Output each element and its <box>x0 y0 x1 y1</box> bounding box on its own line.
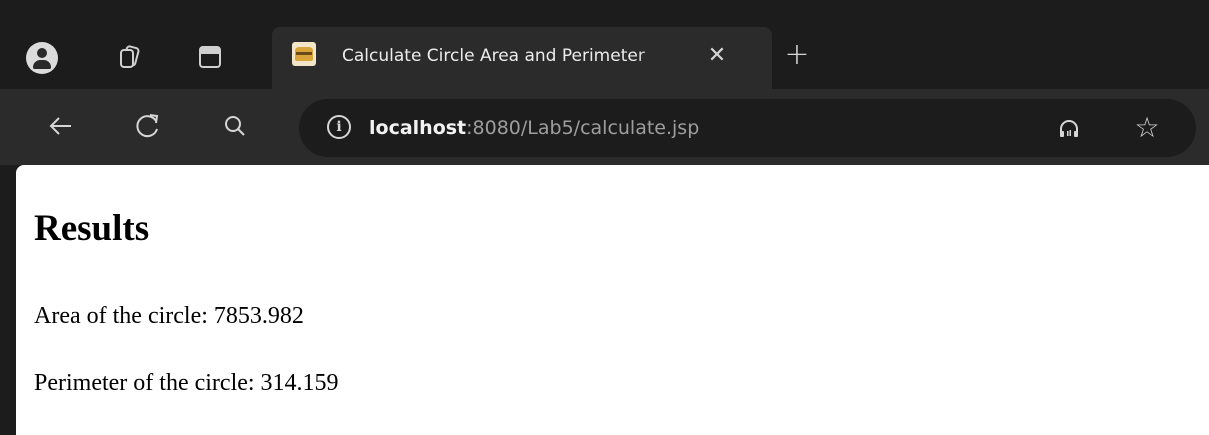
favicon-stripe <box>296 52 312 55</box>
profile-head <box>37 48 47 58</box>
new-tab-button[interactable]: + <box>782 40 812 70</box>
area-result: Area of the circle: 7853.982 <box>34 303 304 329</box>
address-bar[interactable]: i localhost:8080/Lab5/calculate.jsp ☆ <box>299 99 1196 157</box>
url-host: localhost <box>369 117 467 139</box>
browser-window: Calculate Circle Area and Perimeter ✕ + <box>0 0 1209 435</box>
vertical-tabs-icon[interactable] <box>199 46 221 68</box>
search-button[interactable] <box>218 109 252 143</box>
workspaces-icon[interactable] <box>116 44 142 70</box>
back-arrow-icon <box>49 117 71 135</box>
url-text[interactable]: localhost:8080/Lab5/calculate.jsp <box>369 113 699 143</box>
reload-icon <box>136 114 159 138</box>
page-content: Results Area of the circle: 7853.982 Per… <box>16 165 1209 435</box>
search-icon <box>225 116 245 136</box>
site-info-icon[interactable]: i <box>327 115 351 139</box>
toolbar: i localhost:8080/Lab5/calculate.jsp ☆ <box>0 89 1209 165</box>
read-aloud-icon[interactable] <box>1057 117 1081 141</box>
page-title: Results <box>34 208 150 249</box>
reload-button[interactable] <box>131 109 165 143</box>
tab-close-icon[interactable]: ✕ <box>704 43 730 69</box>
profile-body <box>33 60 51 69</box>
tab-active[interactable]: Calculate Circle Area and Perimeter ✕ <box>272 27 772 89</box>
tab-row: Calculate Circle Area and Perimeter ✕ + <box>0 0 1209 89</box>
tab-strip: Calculate Circle Area and Perimeter ✕ + <box>0 0 1209 89</box>
perimeter-result: Perimeter of the circle: 314.159 <box>34 370 339 396</box>
tabs-icon-bar <box>201 48 219 54</box>
back-button[interactable] <box>44 109 78 143</box>
profile-icon[interactable] <box>26 42 58 74</box>
tomcat-favicon-icon <box>292 42 316 66</box>
tab-title: Calculate Circle Area and Perimeter <box>342 46 645 66</box>
favorite-star-icon[interactable]: ☆ <box>1132 113 1162 143</box>
url-path: :8080/Lab5/calculate.jsp <box>466 117 700 139</box>
